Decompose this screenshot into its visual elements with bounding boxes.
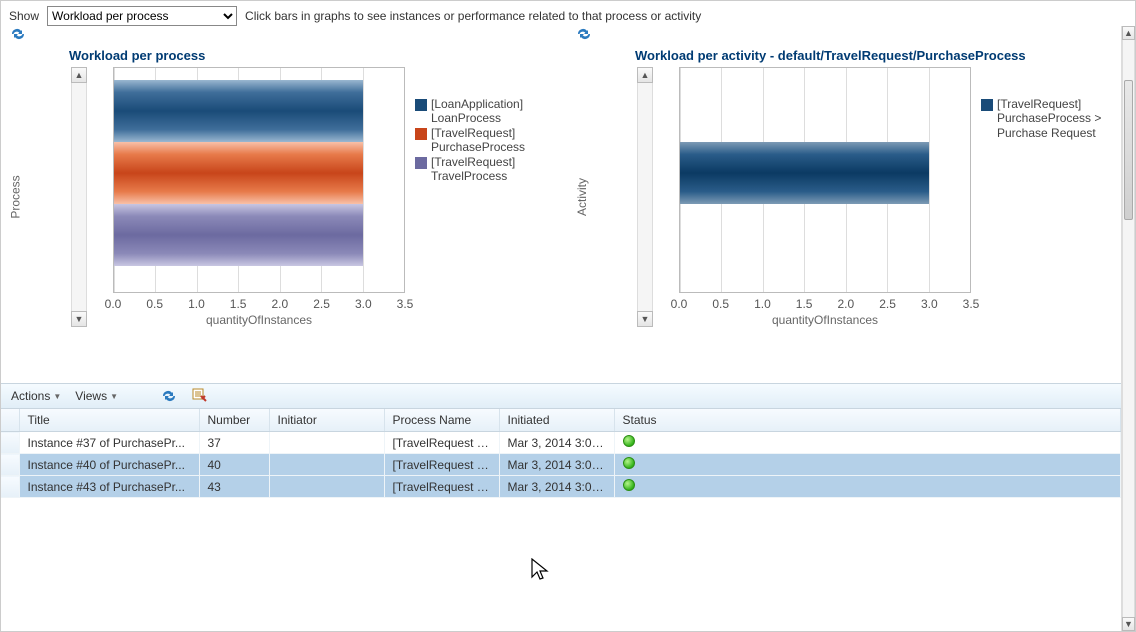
chart-area: Activity ▲ ▼ 0.00.51.01.52.02.53.03.5qua… [575,67,1111,327]
refresh-icon[interactable] [575,26,593,42]
chart-bar[interactable] [114,142,363,204]
scroll-up-arrow[interactable]: ▲ [1122,26,1135,40]
chart-scroll-down[interactable]: ▼ [71,311,87,327]
views-menu[interactable]: Views▼ [75,389,118,403]
chart-legend: [TravelRequest] PurchaseProcess > Purcha… [971,67,1111,327]
rowheader-col [1,409,19,432]
chart-y-scrollbar: ▲ ▼ [23,67,113,327]
col-title[interactable]: Title [19,409,199,432]
chart-title: Workload per activity - default/TravelRe… [575,42,1111,67]
chart-bar[interactable] [680,142,929,204]
legend-swatch [415,99,427,111]
chart-scroll-down[interactable]: ▼ [637,311,653,327]
chart-title: Workload per process [9,42,545,67]
chart-plot[interactable] [113,67,405,293]
actions-menu[interactable]: Actions▼ [11,389,61,403]
chart-y-scrollbar: ▲ ▼ [589,67,679,327]
table-row[interactable]: Instance #37 of PurchasePr...37[TravelRe… [1,432,1121,454]
legend-label: [TravelRequest] PurchaseProcess > Purcha… [997,97,1107,140]
legend-swatch [981,99,993,111]
legend-swatch [415,128,427,140]
instances-table: Title Number Initiator Process Name Init… [1,409,1121,498]
status-dot-ok [623,457,635,469]
legend-swatch [415,157,427,169]
scroll-thumb[interactable] [1124,80,1133,220]
legend-label: [LoanApplication] LoanProcess [431,97,541,126]
show-dropdown[interactable]: Workload per process [47,6,237,26]
chart-scroll-up[interactable]: ▲ [637,67,653,83]
refresh-icon[interactable] [9,26,27,42]
table-header-row: Title Number Initiator Process Name Init… [1,409,1121,432]
scroll-track[interactable] [1122,40,1135,617]
chart-panel-process: Workload per process Process ▲ ▼ 0.00.51… [9,26,545,327]
topbar: Show Workload per process Click bars in … [1,1,1135,29]
table-row[interactable]: Instance #43 of PurchasePr...43[TravelRe… [1,476,1121,498]
chart-legend: [LoanApplication] LoanProcess [TravelReq… [405,67,545,327]
y-axis-label: Activity [575,67,589,327]
chart-scroll-track[interactable] [71,83,87,311]
chart-bar[interactable] [114,204,363,266]
col-initiated[interactable]: Initiated [499,409,614,432]
scroll-down-arrow[interactable]: ▼ [1122,617,1135,631]
grid-toolbar: Actions▼ Views▼ [1,383,1121,409]
status-dot-ok [623,435,635,447]
config-icon[interactable] [192,387,208,406]
col-process-name[interactable]: Process Name [384,409,499,432]
y-axis-label: Process [9,67,23,327]
legend-label: [TravelRequest] TravelProcess [431,155,541,184]
chart-scroll-track[interactable] [637,83,653,311]
show-label: Show [9,9,39,23]
topbar-hint: Click bars in graphs to see instances or… [245,9,701,23]
col-number[interactable]: Number [199,409,269,432]
status-dot-ok [623,479,635,491]
vertical-scrollbar[interactable]: ▲ ▼ [1121,26,1135,631]
viewport: Workload per process Process ▲ ▼ 0.00.51… [1,26,1121,629]
chart-panel-activity: Workload per activity - default/TravelRe… [575,26,1111,327]
charts-row: Workload per process Process ▲ ▼ 0.00.51… [1,26,1121,327]
legend-label: [TravelRequest] PurchaseProcess [431,126,541,155]
chart-area: Process ▲ ▼ 0.00.51.01.52.02.53.03.5quan… [9,67,545,327]
chart-scroll-up[interactable]: ▲ [71,67,87,83]
refresh-icon[interactable] [160,388,178,404]
x-axis: 0.00.51.01.52.02.53.03.5quantityOfInstan… [113,293,405,327]
chart-plot[interactable] [679,67,971,293]
table-row[interactable]: Instance #40 of PurchasePr...40[TravelRe… [1,454,1121,476]
chart-bar[interactable] [114,80,363,142]
x-axis: 0.00.51.01.52.02.53.03.5quantityOfInstan… [679,293,971,327]
col-initiator[interactable]: Initiator [269,409,384,432]
app-window: Show Workload per process Click bars in … [0,0,1136,632]
col-status[interactable]: Status [614,409,1121,432]
